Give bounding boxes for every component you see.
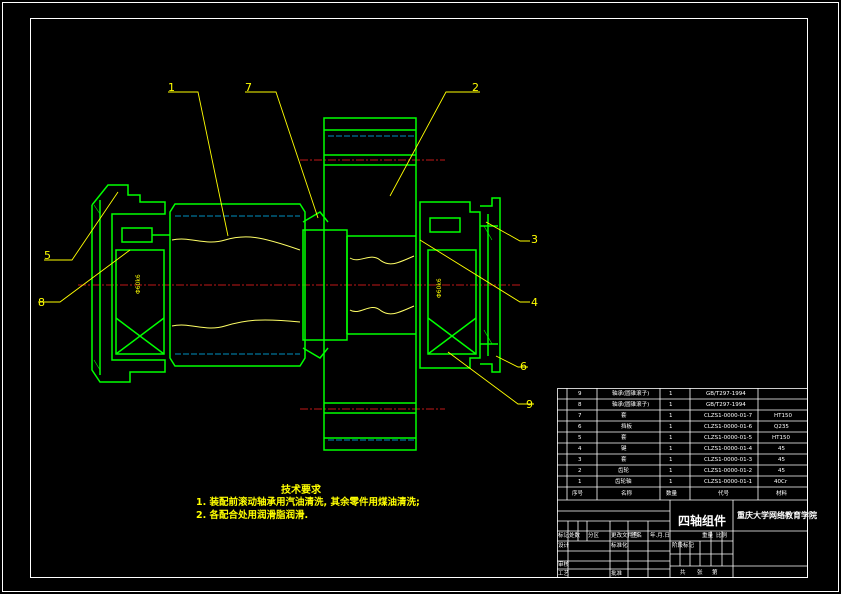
label-qianming: 签名 bbox=[631, 533, 643, 539]
cell-qty: 1 bbox=[669, 413, 673, 419]
cell-code: CLZS1-0000-01-4 bbox=[704, 446, 753, 452]
cell-note: HT150 bbox=[772, 435, 790, 441]
label-biaoji: 标记 bbox=[558, 533, 570, 539]
cell-seq: 6 bbox=[578, 424, 582, 430]
cell-name: 套 bbox=[621, 413, 627, 419]
cell-seq: 8 bbox=[578, 402, 582, 408]
label-riqi: 年.月.日 bbox=[650, 533, 670, 539]
label-biaozhunhua: 标准化 bbox=[611, 543, 628, 549]
label-jieduan: 阶段标记 bbox=[672, 543, 695, 549]
cell-code: GB/T297-1994 bbox=[706, 402, 746, 408]
cell-code: CLZS1-0000-01-7 bbox=[704, 413, 753, 419]
cell-name: 套 bbox=[621, 435, 627, 441]
cell-code: GB/T297-1994 bbox=[706, 391, 746, 397]
cell-note: 40Cr bbox=[774, 479, 788, 485]
label-zhang: 张 bbox=[697, 570, 703, 576]
label-zhongliang: 重量 bbox=[702, 533, 714, 539]
cell-name: 挡板 bbox=[621, 424, 633, 430]
cell-name: 轴承(圆锥滚子) bbox=[612, 402, 650, 408]
cell-seq: 3 bbox=[578, 457, 582, 463]
header-code: 代号 bbox=[718, 491, 730, 497]
cell-name: 齿轮轴 bbox=[615, 479, 632, 485]
cell-code: CLZS1-0000-01-2 bbox=[704, 468, 753, 474]
cell-name: 齿轮 bbox=[618, 468, 630, 474]
cell-code: CLZS1-0000-01-3 bbox=[704, 457, 753, 463]
title-block-grid bbox=[557, 388, 808, 578]
cell-code: CLZS1-0000-01-6 bbox=[704, 424, 753, 430]
cell-qty: 1 bbox=[669, 479, 673, 485]
cell-note: Q235 bbox=[774, 424, 789, 430]
cell-qty: 1 bbox=[669, 424, 673, 430]
cell-note: 45 bbox=[778, 468, 785, 474]
cell-name: 套 bbox=[621, 457, 627, 463]
label-gongyi: 工艺 bbox=[558, 571, 570, 577]
cell-seq: 9 bbox=[578, 391, 582, 397]
cell-name: 轴承(圆锥滚子) bbox=[612, 391, 650, 397]
cell-qty: 1 bbox=[669, 391, 673, 397]
cell-seq: 5 bbox=[578, 435, 582, 441]
label-pizhun: 批准 bbox=[611, 571, 623, 577]
cell-qty: 1 bbox=[669, 457, 673, 463]
label-di: 第 bbox=[712, 570, 718, 576]
cell-code: CLZS1-0000-01-5 bbox=[704, 435, 753, 441]
header-note: 材料 bbox=[776, 491, 788, 497]
cell-seq: 4 bbox=[578, 446, 582, 452]
header-qty: 数量 bbox=[666, 491, 678, 497]
cell-name: 键 bbox=[621, 446, 627, 452]
cell-qty: 1 bbox=[669, 402, 673, 408]
header-seq: 序号 bbox=[572, 491, 584, 497]
cell-note: 45 bbox=[778, 457, 785, 463]
drawing-title: 四轴组件 bbox=[678, 514, 727, 528]
cell-seq: 1 bbox=[578, 479, 582, 485]
school-name: 重庆大学网络教育学院 bbox=[737, 511, 817, 520]
label-sheji: 设计 bbox=[558, 543, 570, 549]
cell-qty: 1 bbox=[669, 435, 673, 441]
label-chushu: 处数 bbox=[569, 533, 581, 539]
cell-qty: 1 bbox=[669, 446, 673, 452]
label-gong: 共 bbox=[680, 570, 686, 576]
cell-qty: 1 bbox=[669, 468, 673, 474]
cell-note: 45 bbox=[778, 446, 785, 452]
cell-note: HT150 bbox=[774, 413, 792, 419]
label-bili: 比例 bbox=[716, 533, 728, 539]
cell-seq: 2 bbox=[578, 468, 582, 474]
header-name: 名称 bbox=[621, 491, 633, 497]
cell-code: CLZS1-0000-01-1 bbox=[704, 479, 753, 485]
label-shenhe: 审核 bbox=[558, 562, 570, 568]
cell-seq: 7 bbox=[578, 413, 582, 419]
label-fenqu: 分区 bbox=[588, 533, 600, 539]
